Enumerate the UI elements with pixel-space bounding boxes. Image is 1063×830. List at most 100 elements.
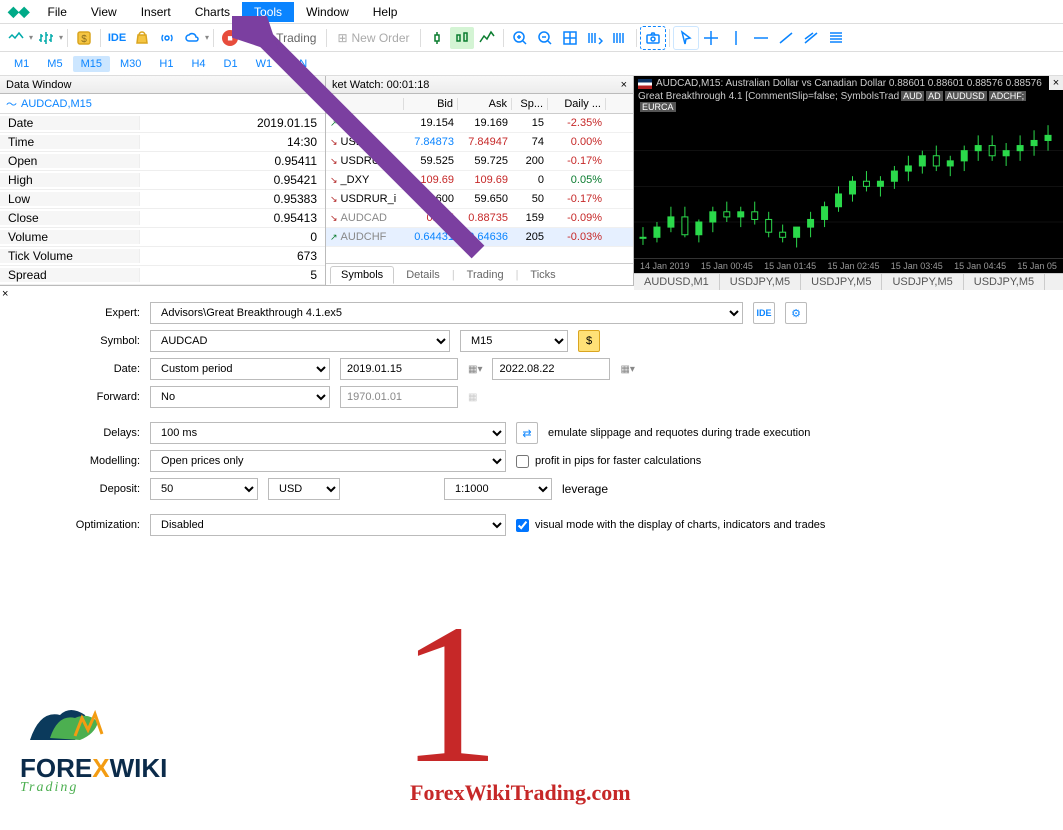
symbol-select[interactable]: AUDCAD [150, 330, 450, 352]
tf-h1[interactable]: H1 [151, 56, 181, 72]
hline-icon[interactable] [749, 27, 773, 49]
chart-close-icon[interactable]: × [1049, 76, 1063, 90]
bars-icon[interactable] [34, 27, 58, 49]
ask-value: 0.88735 [458, 212, 512, 224]
menu-view[interactable]: View [79, 2, 129, 22]
algo-indicator-icon[interactable]: ■ [218, 27, 242, 49]
market-watch-tabs: Symbols Details | Trading | Ticks [326, 263, 633, 285]
daily-value: -0.09% [548, 212, 606, 224]
col-daily[interactable]: Daily ... [548, 98, 606, 110]
market-icon[interactable] [130, 27, 154, 49]
crosshair-icon[interactable] [699, 27, 723, 49]
date-to-input[interactable] [492, 358, 610, 380]
col-spread[interactable]: Sp... [512, 98, 548, 110]
tf-m5[interactable]: M5 [39, 56, 70, 72]
deposit-select[interactable]: 50 [150, 478, 258, 500]
visual-mode-checkbox[interactable] [516, 519, 529, 532]
market-watch-row[interactable]: ↘_DXY 109.69 109.69 0 0.05% [326, 171, 633, 190]
ide-button[interactable]: IDE [753, 302, 775, 324]
tester-close-icon[interactable]: × [2, 288, 12, 298]
signal-icon[interactable] [155, 27, 179, 49]
date-mode-select[interactable]: Custom period [150, 358, 330, 380]
optimization-select[interactable]: Disabled [150, 514, 506, 536]
pips-checkbox[interactable] [516, 455, 529, 468]
modelling-select[interactable]: Open prices only [150, 450, 506, 472]
vline-icon[interactable] [724, 27, 748, 49]
algo-trading-button[interactable]: Algo Trading [243, 27, 322, 49]
chart-type-icon[interactable] [4, 27, 28, 49]
menu-help[interactable]: Help [361, 2, 410, 22]
daily-value: 0.00% [548, 136, 606, 148]
symbol-spec-icon[interactable]: $ [578, 330, 600, 352]
date-from-input[interactable] [340, 358, 458, 380]
market-watch-row[interactable]: ↗AUDCHF 0.64431 0.64636 205 -0.03% [326, 228, 633, 247]
market-watch-row[interactable]: ↘USDRUR 59.525 59.725 200 -0.17% [326, 152, 633, 171]
col-symbol[interactable]: S [326, 98, 404, 110]
currency-select[interactable]: USD [268, 478, 340, 500]
col-ask[interactable]: Ask [458, 98, 512, 110]
tf-w1[interactable]: W1 [248, 56, 281, 72]
tf-mn[interactable]: MN [282, 56, 315, 72]
tf-d1[interactable]: D1 [216, 56, 246, 72]
tab-details[interactable]: Details [396, 267, 450, 283]
slippage-settings-icon[interactable]: ⇄ [516, 422, 538, 444]
expert-select[interactable]: Advisors\Great Breakthrough 4.1.ex5 [150, 302, 743, 324]
tf-m30[interactable]: M30 [112, 56, 149, 72]
bid-value: 19.154 [404, 117, 458, 129]
menu-charts[interactable]: Charts [183, 2, 242, 22]
delays-select[interactable]: 100 ms [150, 422, 506, 444]
chart-shift-icon[interactable] [608, 27, 632, 49]
grid-icon[interactable] [558, 27, 582, 49]
xaxis-tick: 15 Jan 00:45 [701, 261, 753, 271]
equidistant-icon[interactable] [799, 27, 823, 49]
settings-icon[interactable]: ⚙ [785, 302, 807, 324]
market-watch-row[interactable]: ↘AUDCAD 0.885 0.88735 159 -0.09% [326, 209, 633, 228]
data-value: 14:30 [140, 135, 325, 149]
data-key: Spread [0, 268, 140, 282]
auto-scroll-icon[interactable] [583, 27, 607, 49]
camera-icon[interactable] [641, 27, 665, 49]
candle-up-icon[interactable] [425, 27, 449, 49]
market-watch-row[interactable]: ↘USDRUR_i 600 59.650 50 -0.17% [326, 190, 633, 209]
trendline-icon[interactable] [774, 27, 798, 49]
chart-area[interactable] [634, 115, 1063, 258]
data-row: Low0.95383 [0, 190, 325, 209]
zoom-in-icon[interactable] [508, 27, 532, 49]
col-bid[interactable]: Bid [404, 98, 458, 110]
cursor-icon[interactable] [674, 27, 698, 49]
close-icon[interactable]: × [621, 79, 627, 91]
ide-button[interactable]: IDE [105, 27, 129, 49]
market-watch-row[interactable]: ↘USDH 7.84873 7.84947 74 0.00% [326, 133, 633, 152]
subtitle-box: AUD [901, 91, 924, 101]
fibo-icon[interactable] [824, 27, 848, 49]
data-value: 0.95413 [140, 211, 325, 225]
forward-select[interactable]: No [150, 386, 330, 408]
menu-file[interactable]: File [36, 2, 79, 22]
daily-value: -0.17% [548, 155, 606, 167]
market-watch-row[interactable]: ↗XA 19.154 19.169 15 -2.35% [326, 114, 633, 133]
spread-value: 15 [512, 117, 548, 129]
cloud-icon[interactable] [180, 27, 204, 49]
chart-subtitle-text: Great Breakthrough 4.1 [CommentSlip=fals… [638, 91, 899, 102]
candle-hl-icon[interactable] [450, 27, 474, 49]
line-icon[interactable] [475, 27, 499, 49]
tf-m15[interactable]: M15 [73, 56, 110, 72]
zoom-out-icon[interactable] [533, 27, 557, 49]
label-expert: Expert: [40, 307, 140, 319]
dollar-icon[interactable]: $ [72, 27, 96, 49]
daily-value: 0.05% [548, 174, 606, 186]
menu-tools[interactable]: Tools [242, 2, 294, 22]
tf-h4[interactable]: H4 [183, 56, 213, 72]
menu-window[interactable]: Window [294, 2, 361, 22]
tab-ticks[interactable]: Ticks [520, 267, 565, 283]
timeframe-select[interactable]: M15 [460, 330, 568, 352]
new-order-button[interactable]: ⊞New Order [331, 27, 415, 49]
tab-trading[interactable]: Trading [457, 267, 514, 283]
tf-m1[interactable]: M1 [6, 56, 37, 72]
menu-insert[interactable]: Insert [129, 2, 183, 22]
leverage-select[interactable]: 1:1000 [444, 478, 552, 500]
tab-symbols[interactable]: Symbols [330, 266, 394, 284]
xaxis-tick: 15 Jan 05 [1017, 261, 1057, 271]
chart-panel: × AUDCAD,M15: Australian Dollar vs Canad… [634, 76, 1063, 285]
close-icon[interactable]: × [313, 79, 319, 91]
